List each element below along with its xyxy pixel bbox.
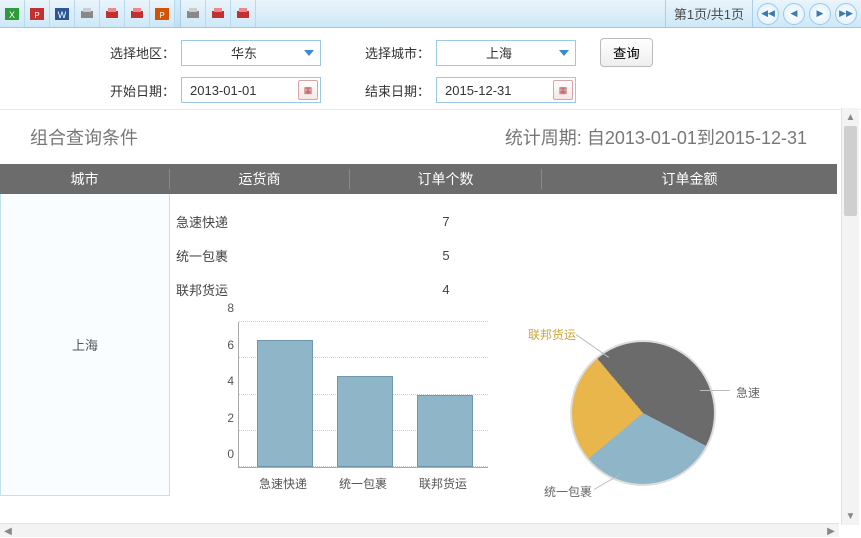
region-label: 选择地区： bbox=[90, 43, 175, 62]
svg-text:X: X bbox=[9, 10, 15, 20]
table-row: 统一包裹5 bbox=[170, 238, 837, 272]
table-row: 急速快递7 bbox=[170, 204, 837, 238]
start-date-label: 开始日期： bbox=[90, 81, 175, 100]
export-excel-icon[interactable]: X bbox=[0, 0, 25, 27]
count-cell: 5 bbox=[350, 248, 542, 263]
pie-label-unity: 统一包裹 bbox=[544, 483, 592, 500]
pie-chart: 联邦货运 急速 统一包裹 bbox=[524, 326, 754, 496]
chevron-down-icon bbox=[302, 47, 316, 59]
last-page-button[interactable]: ▶▶ bbox=[835, 3, 857, 25]
col-ship: 运货商 bbox=[170, 169, 350, 189]
report-area: 组合查询条件 统计周期: 自2013-01-01到2015-12-31 城市 运… bbox=[0, 108, 837, 525]
city-select[interactable]: 上海 bbox=[436, 40, 576, 66]
end-date-label: 结束日期： bbox=[345, 81, 430, 100]
first-page-button[interactable]: ◀◀ bbox=[757, 3, 779, 25]
ship-cell: 统一包裹 bbox=[170, 246, 350, 265]
print-icon[interactable] bbox=[75, 0, 100, 27]
scroll-up-icon[interactable]: ▲ bbox=[842, 108, 859, 126]
calendar-icon: ▦ bbox=[553, 80, 573, 100]
pie-label-speed: 急速 bbox=[736, 384, 760, 401]
count-cell: 7 bbox=[350, 214, 542, 229]
table-header: 城市 运货商 订单个数 订单金额 bbox=[0, 164, 837, 194]
col-amount: 订单金额 bbox=[542, 169, 837, 189]
prev-page-button[interactable]: ◀ bbox=[783, 3, 805, 25]
export-ppt-icon[interactable]: P bbox=[150, 0, 175, 27]
filter-panel: 选择地区： 华东 选择城市： 上海 查询 开始日期： 2013-01-01▦ 结… bbox=[0, 28, 861, 110]
query-button[interactable]: 查询 bbox=[600, 38, 653, 67]
ship-cell: 急速快递 bbox=[170, 212, 350, 231]
scroll-right-icon[interactable]: ▶ bbox=[823, 524, 839, 538]
count-cell: 4 bbox=[350, 282, 542, 297]
bar-chart: 02468急速快递统一包裹联邦货运 bbox=[204, 316, 494, 496]
scroll-thumb[interactable] bbox=[844, 126, 857, 216]
table-row: 联邦货运4 bbox=[170, 272, 837, 306]
toolbar: X P W P 第1页/共1页 ◀◀ ◀ ▶ ▶▶ bbox=[0, 0, 861, 28]
vertical-scrollbar[interactable]: ▲ ▼ bbox=[841, 108, 859, 525]
chevron-down-icon bbox=[557, 47, 571, 59]
page-info: 第1页/共1页 bbox=[665, 0, 753, 27]
export-red2-icon[interactable] bbox=[125, 0, 150, 27]
scroll-down-icon[interactable]: ▼ bbox=[842, 507, 859, 525]
region-select[interactable]: 华东 bbox=[181, 40, 321, 66]
city-label: 选择城市： bbox=[345, 43, 430, 62]
start-date-input[interactable]: 2013-01-01▦ bbox=[181, 77, 321, 103]
next-page-button[interactable]: ▶ bbox=[809, 3, 831, 25]
end-date-input[interactable]: 2015-12-31▦ bbox=[436, 77, 576, 103]
export-red3-icon[interactable] bbox=[206, 0, 231, 27]
export-word-icon[interactable]: W bbox=[50, 0, 75, 27]
data-rows: 急速快递7统一包裹5联邦货运4 bbox=[170, 194, 837, 312]
nav-buttons: ◀◀ ◀ ▶ ▶▶ bbox=[753, 0, 861, 27]
calendar-icon: ▦ bbox=[298, 80, 318, 100]
table-body: 上海 急速快递7统一包裹5联邦货运4 02468急速快递统一包裹联邦货运 联邦货… bbox=[0, 194, 837, 496]
svg-text:P: P bbox=[34, 11, 39, 20]
report-title-left: 组合查询条件 bbox=[30, 124, 138, 150]
pie-label-fedex: 联邦货运 bbox=[528, 326, 576, 343]
export-pdf-icon[interactable]: P bbox=[25, 0, 50, 27]
print2-icon[interactable] bbox=[181, 0, 206, 27]
horizontal-scrollbar[interactable]: ◀ ▶ bbox=[0, 523, 839, 537]
export-red4-icon[interactable] bbox=[231, 0, 256, 27]
scroll-left-icon[interactable]: ◀ bbox=[0, 524, 16, 538]
city-cell: 上海 bbox=[0, 194, 170, 496]
col-city: 城市 bbox=[0, 169, 170, 189]
ship-cell: 联邦货运 bbox=[170, 280, 350, 299]
toolbar-left: X P W P bbox=[0, 0, 256, 27]
svg-text:W: W bbox=[58, 10, 67, 20]
col-count: 订单个数 bbox=[350, 169, 542, 189]
export-red1-icon[interactable] bbox=[100, 0, 125, 27]
svg-text:P: P bbox=[159, 11, 164, 20]
report-title-right: 统计周期: 自2013-01-01到2015-12-31 bbox=[505, 124, 807, 150]
